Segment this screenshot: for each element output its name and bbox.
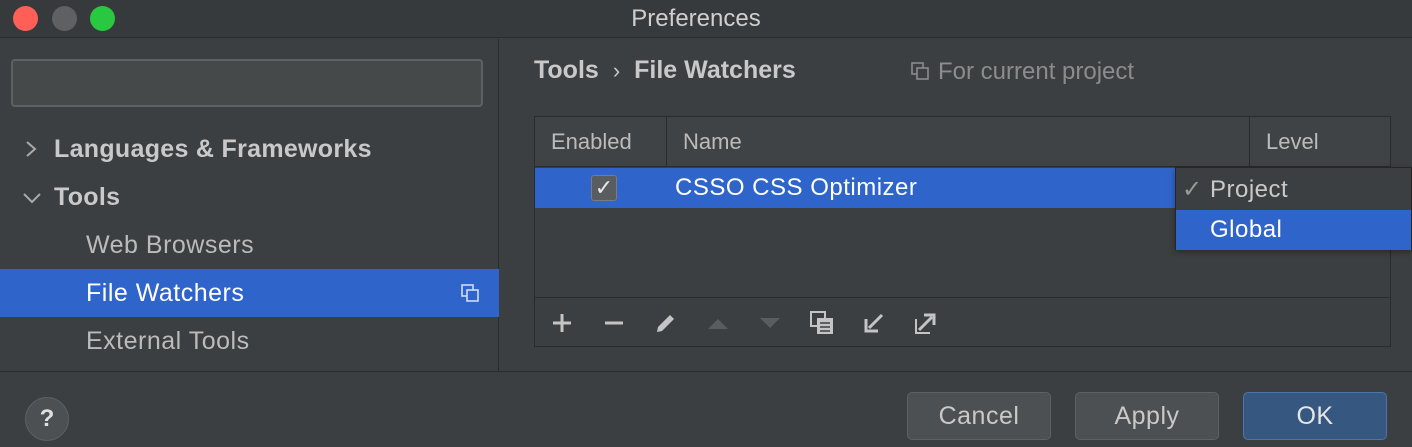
breadcrumb-current: File Watchers	[634, 56, 796, 84]
window-title: Preferences	[631, 5, 761, 32]
column-header-name[interactable]: Name	[667, 117, 1250, 167]
sidebar-item-languages-frameworks[interactable]: Languages & Frameworks	[0, 125, 499, 173]
sidebar-item-web-browsers[interactable]: Web Browsers	[0, 221, 499, 269]
copy-icon	[461, 284, 479, 302]
add-icon[interactable]	[549, 310, 575, 336]
enabled-checkbox[interactable]: ✓	[591, 175, 617, 201]
sidebar-item-label: Tools	[54, 183, 121, 211]
breadcrumb-separator: ›	[612, 58, 621, 83]
level-option-project[interactable]: ✓ Project	[1176, 170, 1411, 210]
table-header: Enabled Name Level	[535, 117, 1390, 167]
option-label: Project	[1210, 176, 1289, 203]
settings-sidebar: Languages & Frameworks Tools Web Browser…	[0, 39, 499, 371]
chevron-right-icon[interactable]	[20, 125, 44, 173]
option-label: Global	[1210, 216, 1283, 243]
checkmark-icon: ✓	[1182, 176, 1203, 203]
move-up-icon[interactable]	[705, 310, 731, 336]
dialog-footer: ? Cancel Apply OK	[0, 371, 1412, 447]
move-down-icon[interactable]	[757, 310, 783, 336]
sidebar-item-file-watchers[interactable]: File Watchers	[0, 269, 499, 317]
edit-icon[interactable]	[653, 310, 679, 336]
sidebar-item-tools[interactable]: Tools	[0, 173, 499, 221]
column-header-enabled[interactable]: Enabled	[535, 117, 667, 167]
sidebar-item-label: Languages & Frameworks	[54, 135, 372, 163]
sidebar-item-label: Web Browsers	[86, 231, 255, 259]
scope-indicator: For current project	[910, 58, 1134, 86]
copy-icon[interactable]	[809, 310, 835, 336]
breadcrumb: Tools › File Watchers	[534, 56, 796, 85]
cancel-button[interactable]: Cancel	[907, 392, 1051, 440]
sidebar-item-external-tools[interactable]: External Tools	[0, 317, 499, 365]
export-icon[interactable]	[913, 310, 939, 336]
watcher-name-cell[interactable]: CSSO CSS Optimizer	[675, 168, 917, 208]
remove-icon[interactable]	[601, 310, 627, 336]
column-header-level[interactable]: Level	[1250, 117, 1390, 167]
copy-icon	[911, 62, 929, 80]
breadcrumb-parent: Tools	[534, 56, 599, 84]
sidebar-item-label: External Tools	[86, 327, 250, 355]
chevron-down-icon[interactable]	[20, 173, 44, 221]
settings-search-input[interactable]	[11, 59, 483, 107]
level-dropdown-popup: ✓ Project Global	[1175, 167, 1412, 250]
title-bar: Preferences	[0, 0, 1412, 38]
help-button[interactable]: ?	[25, 397, 69, 441]
sidebar-item-label: File Watchers	[86, 279, 245, 307]
table-toolbar	[535, 297, 1390, 347]
apply-button[interactable]: Apply	[1075, 392, 1219, 440]
scope-label: For current project	[938, 58, 1135, 85]
ok-button[interactable]: OK	[1243, 392, 1387, 440]
level-option-global[interactable]: Global	[1176, 210, 1411, 250]
import-icon[interactable]	[861, 310, 887, 336]
